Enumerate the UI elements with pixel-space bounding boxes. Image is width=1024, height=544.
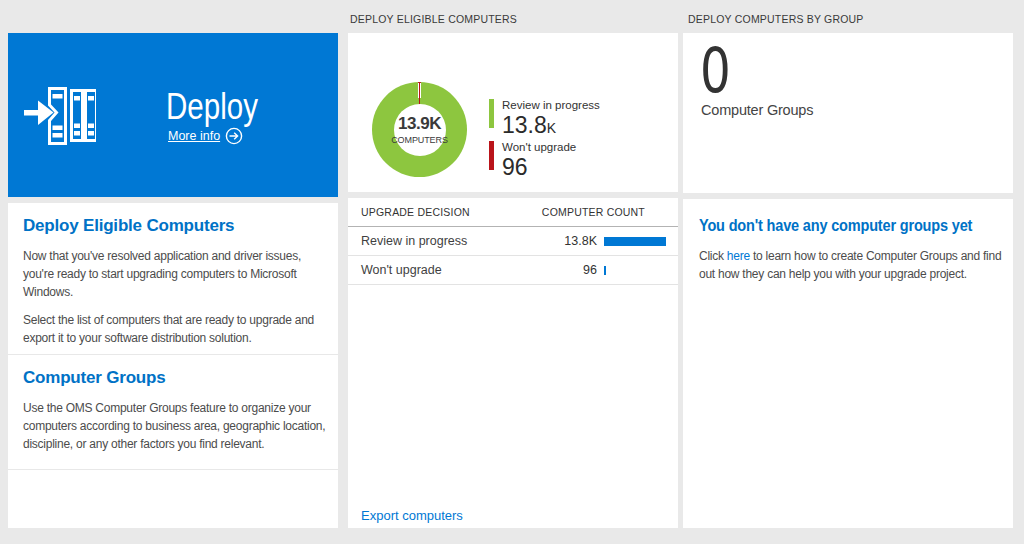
left-description-card: Deploy Eligible Computers Now that you'v… bbox=[8, 203, 338, 528]
legend-label: Won't upgrade bbox=[502, 141, 576, 155]
column-header-upgrade-decision: UPGRADE DECISION bbox=[361, 206, 470, 218]
deploy-eligible-computers-section: Deploy Eligible Computers Now that you'v… bbox=[8, 203, 338, 355]
deploy-icon bbox=[24, 79, 96, 145]
empty-state-heading: You don't have any computer groups yet bbox=[699, 216, 968, 235]
computer-groups-count-label: Computer Groups bbox=[701, 102, 813, 118]
no-computer-groups-card: You don't have any computer groups yet C… bbox=[683, 199, 1013, 528]
chart-legend: Review in progress 13.8K Won't upgrade 9… bbox=[489, 99, 600, 183]
computer-groups-count: 0 bbox=[700, 40, 731, 102]
legend-label: Review in progress bbox=[502, 99, 600, 113]
deploy-tile[interactable]: Deploy More info bbox=[8, 33, 338, 197]
legend-value: 13.8K bbox=[502, 113, 600, 137]
donut-center: 13.9K COMPUTERS bbox=[394, 104, 446, 156]
section-paragraph: Select the list of computers that are re… bbox=[23, 311, 330, 347]
row-decision: Won't upgrade bbox=[361, 263, 442, 277]
legend-item-wont-upgrade[interactable]: Won't upgrade 96 bbox=[489, 141, 600, 179]
row-decision: Review in progress bbox=[361, 234, 467, 248]
table-row[interactable]: Review in progress 13.8K bbox=[348, 227, 678, 256]
section-heading: Computer Groups bbox=[23, 368, 330, 388]
row-count-bar bbox=[604, 237, 666, 246]
here-link[interactable]: here bbox=[727, 249, 750, 263]
section-paragraph: Use the OMS Computer Groups feature to o… bbox=[23, 399, 330, 454]
column-header-computer-count: COMPUTER COUNT bbox=[542, 206, 645, 218]
export-computers-link[interactable]: Export computers bbox=[361, 508, 463, 523]
middle-column-header: DEPLOY ELIGIBLE COMPUTERS bbox=[350, 13, 517, 25]
legend-value: 96 bbox=[502, 155, 576, 179]
legend-color-bar bbox=[489, 99, 494, 128]
section-paragraph: Now that you've resolved application and… bbox=[23, 247, 330, 302]
row-count: 96 bbox=[583, 263, 597, 277]
tile-title: Deploy bbox=[166, 86, 258, 128]
legend-color-bar bbox=[489, 141, 494, 170]
right-column-header: DEPLOY COMPUTERS BY GROUP bbox=[688, 13, 864, 25]
row-count-bar bbox=[604, 266, 606, 275]
donut-chart[interactable]: 13.9K COMPUTERS bbox=[372, 82, 467, 177]
row-count: 13.8K bbox=[564, 234, 597, 248]
table-header-row: UPGRADE DECISION COMPUTER COUNT bbox=[348, 198, 678, 227]
table-row[interactable]: Won't upgrade 96 bbox=[348, 256, 678, 285]
computer-groups-section: Computer Groups Use the OMS Computer Gro… bbox=[8, 355, 338, 470]
donut-total-value: 13.9K bbox=[398, 114, 441, 134]
empty-state-text: Click here to learn how to create Comput… bbox=[699, 247, 1005, 283]
upgrade-decision-table-card: UPGRADE DECISION COMPUTER COUNT Review i… bbox=[348, 198, 678, 528]
more-info-link[interactable]: More info bbox=[168, 129, 220, 143]
deploy-eligible-computers-chart-card: 13.9K COMPUTERS Review in progress 13.8K… bbox=[348, 33, 678, 192]
section-heading: Deploy Eligible Computers bbox=[23, 216, 330, 236]
legend-item-review-in-progress[interactable]: Review in progress 13.8K bbox=[489, 99, 600, 137]
computer-groups-count-card: 0 Computer Groups bbox=[683, 33, 1013, 193]
donut-total-label: COMPUTERS bbox=[391, 135, 448, 145]
arrow-right-circle-icon[interactable] bbox=[225, 127, 243, 145]
